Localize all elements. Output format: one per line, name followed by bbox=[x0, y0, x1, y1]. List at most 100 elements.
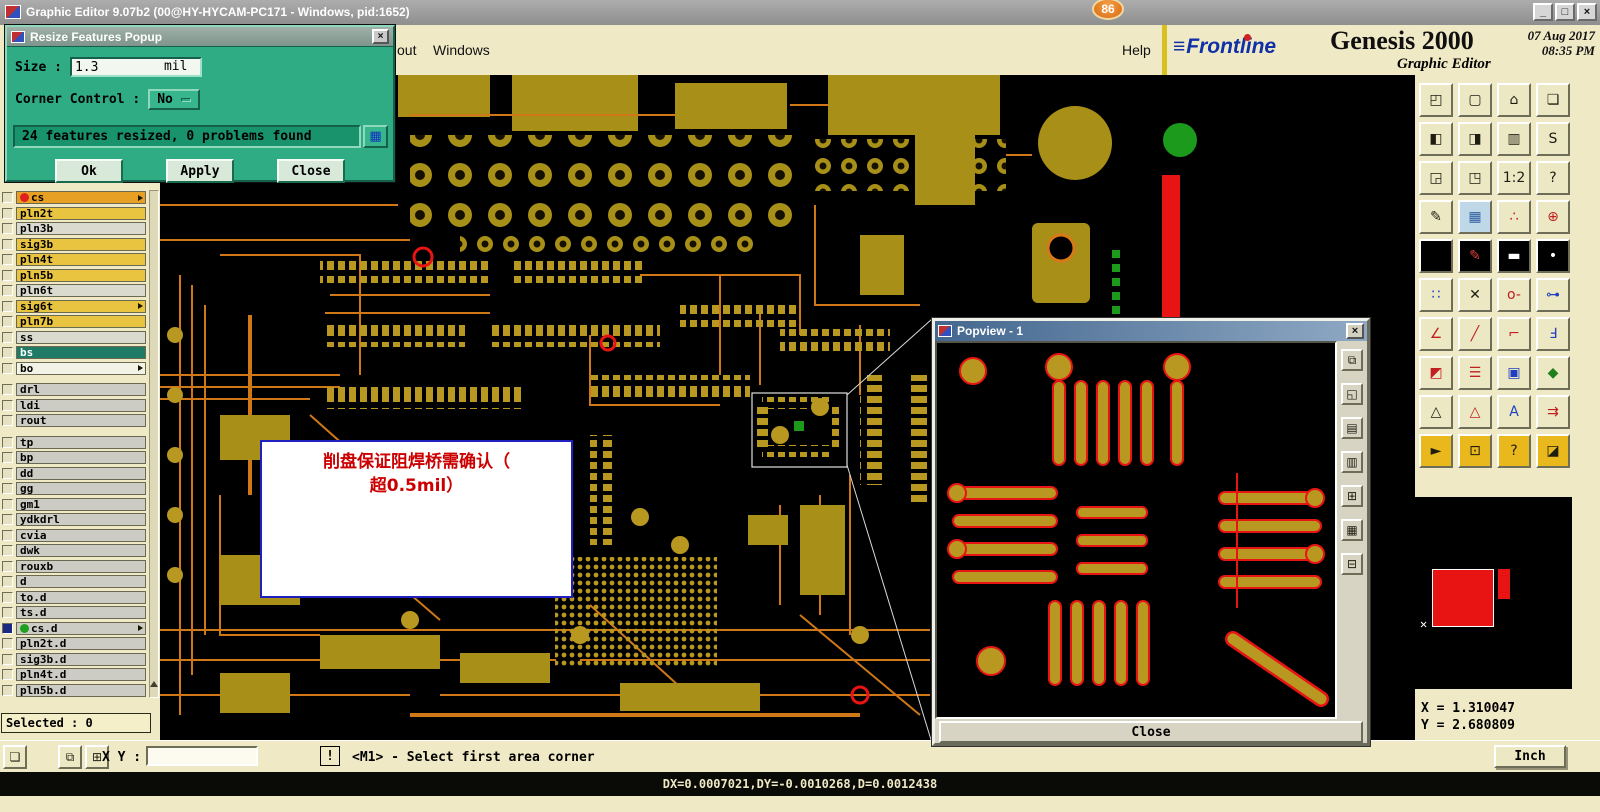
view-corner-icon[interactable]: ◰ bbox=[1419, 83, 1453, 117]
layer-row-pln3b[interactable]: pln3b bbox=[2, 221, 146, 237]
close-button[interactable]: × bbox=[1577, 3, 1597, 21]
blank-layer-icon[interactable] bbox=[1419, 239, 1453, 273]
layer-checkbox[interactable] bbox=[2, 269, 13, 281]
title-bar[interactable]: Graphic Editor 9.07b2 (00@HY-HYCAM-PC171… bbox=[0, 0, 1600, 25]
popview-canvas[interactable] bbox=[935, 341, 1337, 719]
layer-checkbox[interactable] bbox=[2, 560, 13, 572]
arc-tool-icon[interactable]: ⌐ bbox=[1497, 317, 1531, 351]
triangle-red-icon[interactable]: △ bbox=[1458, 395, 1492, 429]
xy-input[interactable] bbox=[146, 746, 258, 766]
redline-pen-icon[interactable]: ✎ bbox=[1458, 239, 1492, 273]
popview-layers-icon[interactable]: ▤ bbox=[1341, 417, 1363, 439]
dialog-close-button[interactable]: Close bbox=[277, 159, 345, 183]
sidebar-scrollbar[interactable] bbox=[149, 190, 159, 698]
menu-item-help[interactable]: Help bbox=[1122, 42, 1151, 58]
dash-lines-icon[interactable]: ☰ bbox=[1458, 356, 1492, 390]
layer-checkbox[interactable] bbox=[2, 436, 13, 448]
layer-row-pln6t[interactable]: pln6t bbox=[2, 283, 146, 299]
layer-checkbox[interactable] bbox=[2, 362, 13, 374]
net-points-icon[interactable]: ∷ bbox=[1419, 278, 1453, 312]
layer-checkbox[interactable] bbox=[2, 684, 13, 696]
popview-grid-icon[interactable]: ▥ bbox=[1341, 451, 1363, 473]
text-a-icon[interactable]: A bbox=[1497, 395, 1531, 429]
layer-row-bo[interactable]: bo bbox=[2, 361, 146, 377]
layer-checkbox[interactable] bbox=[2, 331, 13, 343]
layer-checkbox[interactable] bbox=[2, 467, 13, 479]
serpentine-icon[interactable]: S bbox=[1536, 122, 1570, 156]
layer-row-pln4t[interactable]: pln4t bbox=[2, 252, 146, 268]
layer-checkbox[interactable] bbox=[2, 192, 13, 204]
layer-row-dd[interactable]: dd bbox=[2, 466, 146, 482]
layer-row-pln2t.d[interactable]: pln2t.d bbox=[2, 636, 146, 652]
shift-right-icon[interactable]: ◨ bbox=[1458, 122, 1492, 156]
windows-tile-icon[interactable]: ❏ bbox=[1536, 83, 1570, 117]
layer-checkbox[interactable] bbox=[2, 300, 13, 312]
box-export-icon[interactable]: ▣ bbox=[1497, 356, 1531, 390]
layer-checkbox[interactable] bbox=[2, 576, 13, 588]
layer-checkbox[interactable] bbox=[2, 399, 13, 411]
circle-minus-icon[interactable]: o- bbox=[1497, 278, 1531, 312]
ruler-icon[interactable]: ▬ bbox=[1497, 239, 1531, 273]
layer-row-ldi[interactable]: ldi bbox=[2, 398, 146, 414]
zoom-sel-icon[interactable]: ◳ bbox=[1458, 161, 1492, 195]
screen-icon[interactable]: ▢ bbox=[1458, 83, 1492, 117]
layer-checkbox[interactable] bbox=[2, 607, 13, 619]
popview-zoom-in-icon[interactable]: ⊞ bbox=[1341, 485, 1363, 507]
layer-checkbox[interactable] bbox=[2, 545, 13, 557]
corner-control-dropdown[interactable]: No bbox=[148, 89, 200, 110]
layer-checkbox[interactable] bbox=[2, 498, 13, 510]
origin-icon[interactable]: ⊕ bbox=[1536, 200, 1570, 234]
layer-checkbox[interactable] bbox=[2, 285, 13, 297]
delete-x-icon[interactable]: ✕ bbox=[1458, 278, 1492, 312]
layer-row-drl[interactable]: drl bbox=[2, 382, 146, 398]
popview-title-bar[interactable]: Popview - 1 × bbox=[935, 321, 1367, 341]
pad-frame-icon[interactable]: ◩ bbox=[1419, 356, 1453, 390]
layer-row-cs[interactable]: cs bbox=[2, 190, 146, 206]
layer-checkbox[interactable] bbox=[2, 669, 13, 681]
angle-measure-icon[interactable]: ∠ bbox=[1419, 317, 1453, 351]
layer-row-pln5b[interactable]: pln5b bbox=[2, 268, 146, 284]
layer-checkbox[interactable] bbox=[2, 415, 13, 427]
overlay-icon[interactable]: ⧉ bbox=[58, 745, 82, 769]
layer-checkbox[interactable] bbox=[2, 622, 13, 634]
minimize-button[interactable]: _ bbox=[1533, 3, 1553, 21]
layer-row-gg[interactable]: gg bbox=[2, 481, 146, 497]
layer-checkbox[interactable] bbox=[2, 347, 13, 359]
layer-checkbox[interactable] bbox=[2, 384, 13, 396]
layer-row-sig3b[interactable]: sig3b bbox=[2, 237, 146, 253]
viewport-rect[interactable] bbox=[1432, 569, 1494, 627]
layer-row-sig3b.d[interactable]: sig3b.d bbox=[2, 652, 146, 668]
probe-dot-icon[interactable]: • bbox=[1536, 239, 1570, 273]
report-button[interactable]: ▦ bbox=[363, 125, 388, 148]
layer-row-cs.d[interactable]: cs.d bbox=[2, 621, 146, 637]
shapes-icon[interactable]: ◆ bbox=[1536, 356, 1570, 390]
layer-row-sig6t[interactable]: sig6t bbox=[2, 299, 146, 315]
zoom-ratio-icon[interactable]: 1:2 bbox=[1497, 161, 1531, 195]
layer-row-dwk[interactable]: dwk bbox=[2, 543, 146, 559]
menu-item-out[interactable]: out bbox=[397, 42, 416, 58]
layer-checkbox[interactable] bbox=[2, 207, 13, 219]
layer-checkbox[interactable] bbox=[2, 223, 13, 235]
shift-left-icon[interactable]: ◧ bbox=[1419, 122, 1453, 156]
select-dark-icon[interactable]: ◪ bbox=[1536, 434, 1570, 468]
popview-up-icon[interactable]: ◱ bbox=[1341, 383, 1363, 405]
layer-checkbox[interactable] bbox=[2, 529, 13, 541]
alert-button[interactable]: ! bbox=[320, 746, 340, 766]
layer-row-d[interactable]: d bbox=[2, 574, 146, 590]
pad-link-icon[interactable]: ⊶ bbox=[1536, 278, 1570, 312]
slope-line-icon[interactable]: ╱ bbox=[1458, 317, 1492, 351]
layer-checkbox[interactable] bbox=[2, 452, 13, 464]
popview-close-icon[interactable]: × bbox=[1346, 323, 1364, 339]
triangle-white-icon[interactable]: △ bbox=[1419, 395, 1453, 429]
layer-checkbox[interactable] bbox=[2, 514, 13, 526]
layer-row-ss[interactable]: ss bbox=[2, 330, 146, 346]
layer-checkbox[interactable] bbox=[2, 316, 13, 328]
flip-f-icon[interactable]: Ⅎ bbox=[1536, 317, 1570, 351]
select-area-icon[interactable]: ⊡ bbox=[1458, 434, 1492, 468]
layer-checkbox[interactable] bbox=[2, 483, 13, 495]
maximize-button[interactable]: □ bbox=[1555, 3, 1575, 21]
layer-row-ts.d[interactable]: ts.d bbox=[2, 605, 146, 621]
popview-zoom-out-icon[interactable]: ⊟ bbox=[1341, 553, 1363, 575]
layer-row-cvia[interactable]: cvia bbox=[2, 528, 146, 544]
layer-row-tp[interactable]: tp bbox=[2, 435, 146, 451]
